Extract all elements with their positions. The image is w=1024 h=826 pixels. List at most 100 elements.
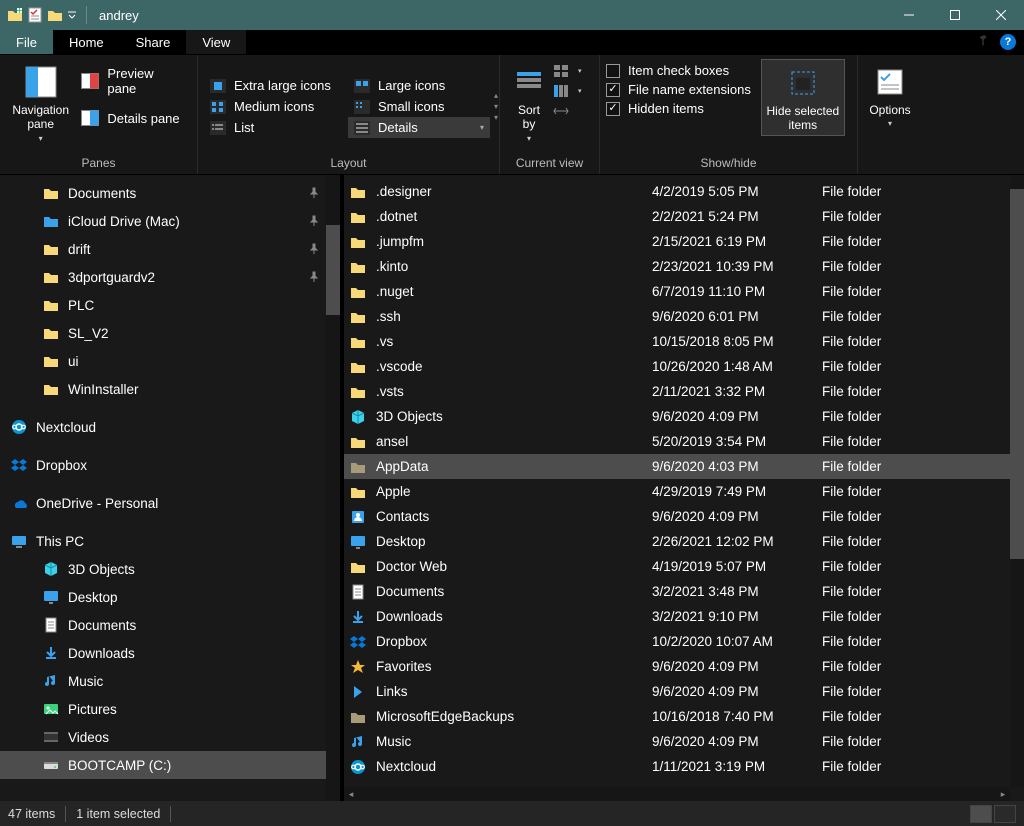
file-row[interactable]: Doctor Web4/19/2019 5:07 PMFile folder bbox=[344, 554, 1010, 579]
layout-more-icon[interactable]: ▾ bbox=[494, 113, 498, 122]
file-row[interactable]: ansel5/20/2019 3:54 PMFile folder bbox=[344, 429, 1010, 454]
preview-pane-button[interactable]: Preview pane bbox=[75, 63, 191, 99]
tab-file[interactable]: File bbox=[0, 30, 53, 54]
file-row[interactable]: Favorites9/6/2020 4:09 PMFile folder bbox=[344, 654, 1010, 679]
layout-scroll-down-icon[interactable]: ▾ bbox=[494, 102, 498, 111]
scroll-right-icon[interactable]: ▸ bbox=[996, 787, 1010, 801]
file-row[interactable]: .vscode10/26/2020 1:48 AMFile folder bbox=[344, 354, 1010, 379]
nav-item[interactable]: 3dportguardv2 bbox=[0, 263, 340, 291]
tab-view[interactable]: View bbox=[186, 30, 246, 54]
nav-item[interactable]: Documents bbox=[0, 179, 340, 207]
file-date: 10/15/2018 8:05 PM bbox=[652, 334, 822, 349]
file-date: 9/6/2020 6:01 PM bbox=[652, 309, 822, 324]
checkbox-item-check-boxes[interactable]: Item check boxes bbox=[606, 63, 751, 78]
nav-item[interactable]: WinInstaller bbox=[0, 375, 340, 403]
layout-medium-icons[interactable]: Medium icons bbox=[204, 96, 346, 117]
file-row[interactable]: .jumpfm2/15/2021 6:19 PMFile folder bbox=[344, 229, 1010, 254]
nav-item[interactable]: drift bbox=[0, 235, 340, 263]
file-list-pane[interactable]: .designer4/2/2019 5:05 PMFile folder.dot… bbox=[344, 175, 1024, 801]
file-row[interactable]: .vs10/15/2018 8:05 PMFile folder bbox=[344, 329, 1010, 354]
file-row[interactable]: .designer4/2/2019 5:05 PMFile folder bbox=[344, 179, 1010, 204]
nav-item-label: BOOTCAMP (C:) bbox=[68, 758, 171, 773]
dropbox-icon bbox=[344, 634, 372, 650]
view-mode-thumbnails-button[interactable] bbox=[994, 805, 1016, 823]
qat-properties-icon[interactable] bbox=[26, 6, 44, 24]
layout-large-icons[interactable]: Large icons bbox=[348, 75, 490, 96]
nav-item[interactable]: 3D Objects bbox=[0, 555, 340, 583]
navpane-scrollbar-thumb[interactable] bbox=[326, 225, 340, 315]
file-type: File folder bbox=[822, 534, 1010, 549]
hide-selected-items-button[interactable]: Hide selected items bbox=[761, 59, 845, 136]
qat-dropdown-icon[interactable] bbox=[66, 6, 78, 24]
nav-item[interactable]: Downloads bbox=[0, 639, 340, 667]
tab-home[interactable]: Home bbox=[53, 30, 120, 54]
nav-item[interactable]: Pictures bbox=[0, 695, 340, 723]
file-row[interactable]: Music9/6/2020 4:09 PMFile folder bbox=[344, 729, 1010, 754]
details-pane-button[interactable]: Details pane bbox=[75, 107, 191, 129]
nav-item[interactable]: iCloud Drive (Mac) bbox=[0, 207, 340, 235]
layout-scroll-up-icon[interactable]: ▴ bbox=[494, 91, 498, 100]
filepane-scrollbar-thumb-vertical[interactable] bbox=[1010, 189, 1024, 559]
nav-item[interactable]: Nextcloud bbox=[0, 413, 340, 441]
add-columns-button[interactable]: ▾ bbox=[552, 83, 582, 99]
navigation-pane[interactable]: DocumentsiCloud Drive (Mac)drift3dportgu… bbox=[0, 175, 340, 801]
help-button[interactable]: ? bbox=[1000, 34, 1016, 50]
close-button[interactable] bbox=[978, 0, 1024, 30]
nav-item[interactable]: Dropbox bbox=[0, 451, 340, 479]
nav-item[interactable]: Documents bbox=[0, 611, 340, 639]
minimize-button[interactable] bbox=[886, 0, 932, 30]
nav-item[interactable]: ui bbox=[0, 347, 340, 375]
nav-item[interactable]: BOOTCAMP (C:) bbox=[0, 751, 340, 779]
nav-item[interactable]: Music bbox=[0, 667, 340, 695]
checkbox-hidden-items[interactable]: Hidden items bbox=[606, 101, 751, 116]
file-row[interactable]: .kinto2/23/2021 10:39 PMFile folder bbox=[344, 254, 1010, 279]
file-row[interactable]: .vsts2/11/2021 3:32 PMFile folder bbox=[344, 379, 1010, 404]
options-button[interactable]: Options ▾ bbox=[864, 59, 916, 130]
file-row[interactable]: Documents3/2/2021 3:48 PMFile folder bbox=[344, 579, 1010, 604]
nav-item[interactable]: Desktop bbox=[0, 583, 340, 611]
navigation-pane-button[interactable]: Navigation pane ▾ bbox=[6, 59, 75, 145]
file-row[interactable]: MicrosoftEdgeBackups10/16/2018 7:40 PMFi… bbox=[344, 704, 1010, 729]
tab-share[interactable]: Share bbox=[120, 30, 187, 54]
pin-ribbon-icon[interactable] bbox=[976, 35, 990, 49]
nav-item[interactable]: PLC bbox=[0, 291, 340, 319]
file-row[interactable]: .ssh9/6/2020 6:01 PMFile folder bbox=[344, 304, 1010, 329]
file-row[interactable]: Downloads3/2/2021 9:10 PMFile folder bbox=[344, 604, 1010, 629]
file-date: 6/7/2019 11:10 PM bbox=[652, 284, 822, 299]
file-row[interactable]: Apple4/29/2019 7:49 PMFile folder bbox=[344, 479, 1010, 504]
file-row[interactable]: Links9/6/2020 4:09 PMFile folder bbox=[344, 679, 1010, 704]
layout-list[interactable]: List bbox=[204, 117, 346, 138]
filepane-scrollbar-horizontal[interactable]: ◂ ▸ bbox=[344, 787, 1010, 801]
nav-item[interactable]: OneDrive - Personal bbox=[0, 489, 340, 517]
file-row[interactable]: .nuget6/7/2019 11:10 PMFile folder bbox=[344, 279, 1010, 304]
nav-item[interactable]: Videos bbox=[0, 723, 340, 751]
maximize-button[interactable] bbox=[932, 0, 978, 30]
checkbox-file-name-extensions[interactable]: File name extensions bbox=[606, 82, 751, 97]
file-row[interactable]: Nextcloud1/11/2021 3:19 PMFile folder bbox=[344, 754, 1010, 779]
scroll-left-icon[interactable]: ◂ bbox=[344, 787, 358, 801]
file-row[interactable]: .dotnet2/2/2021 5:24 PMFile folder bbox=[344, 204, 1010, 229]
file-row[interactable]: Desktop2/26/2021 12:02 PMFile folder bbox=[344, 529, 1010, 554]
layout-details[interactable]: Details▾ bbox=[348, 117, 490, 138]
nav-item-label: Dropbox bbox=[36, 458, 87, 473]
nav-item[interactable]: SL_V2 bbox=[0, 319, 340, 347]
group-by-button[interactable]: ▾ bbox=[552, 63, 582, 79]
file-row[interactable]: Contacts9/6/2020 4:09 PMFile folder bbox=[344, 504, 1010, 529]
layout-extra-large-icons[interactable]: Extra large icons bbox=[204, 75, 346, 96]
folder-dim-icon bbox=[344, 709, 372, 725]
sort-by-button[interactable]: Sort by ▾ bbox=[506, 59, 552, 145]
file-date: 1/11/2021 3:19 PM bbox=[652, 759, 822, 774]
layout-small-icons[interactable]: Small icons bbox=[348, 96, 490, 117]
file-row[interactable]: Dropbox10/2/2020 10:07 AMFile folder bbox=[344, 629, 1010, 654]
file-row[interactable]: 3D Objects9/6/2020 4:09 PMFile folder bbox=[344, 404, 1010, 429]
qat-new-folder-icon[interactable] bbox=[6, 6, 24, 24]
size-columns-button[interactable] bbox=[552, 103, 582, 119]
qat-open-icon[interactable] bbox=[46, 6, 64, 24]
file-name: Links bbox=[372, 684, 652, 699]
view-mode-details-button[interactable] bbox=[970, 805, 992, 823]
nav-item-label: Documents bbox=[68, 618, 136, 633]
nav-item[interactable]: This PC bbox=[0, 527, 340, 555]
file-date: 3/2/2021 9:10 PM bbox=[652, 609, 822, 624]
file-row[interactable]: AppData9/6/2020 4:03 PMFile folder bbox=[344, 454, 1010, 479]
onedrive-icon bbox=[10, 494, 28, 512]
